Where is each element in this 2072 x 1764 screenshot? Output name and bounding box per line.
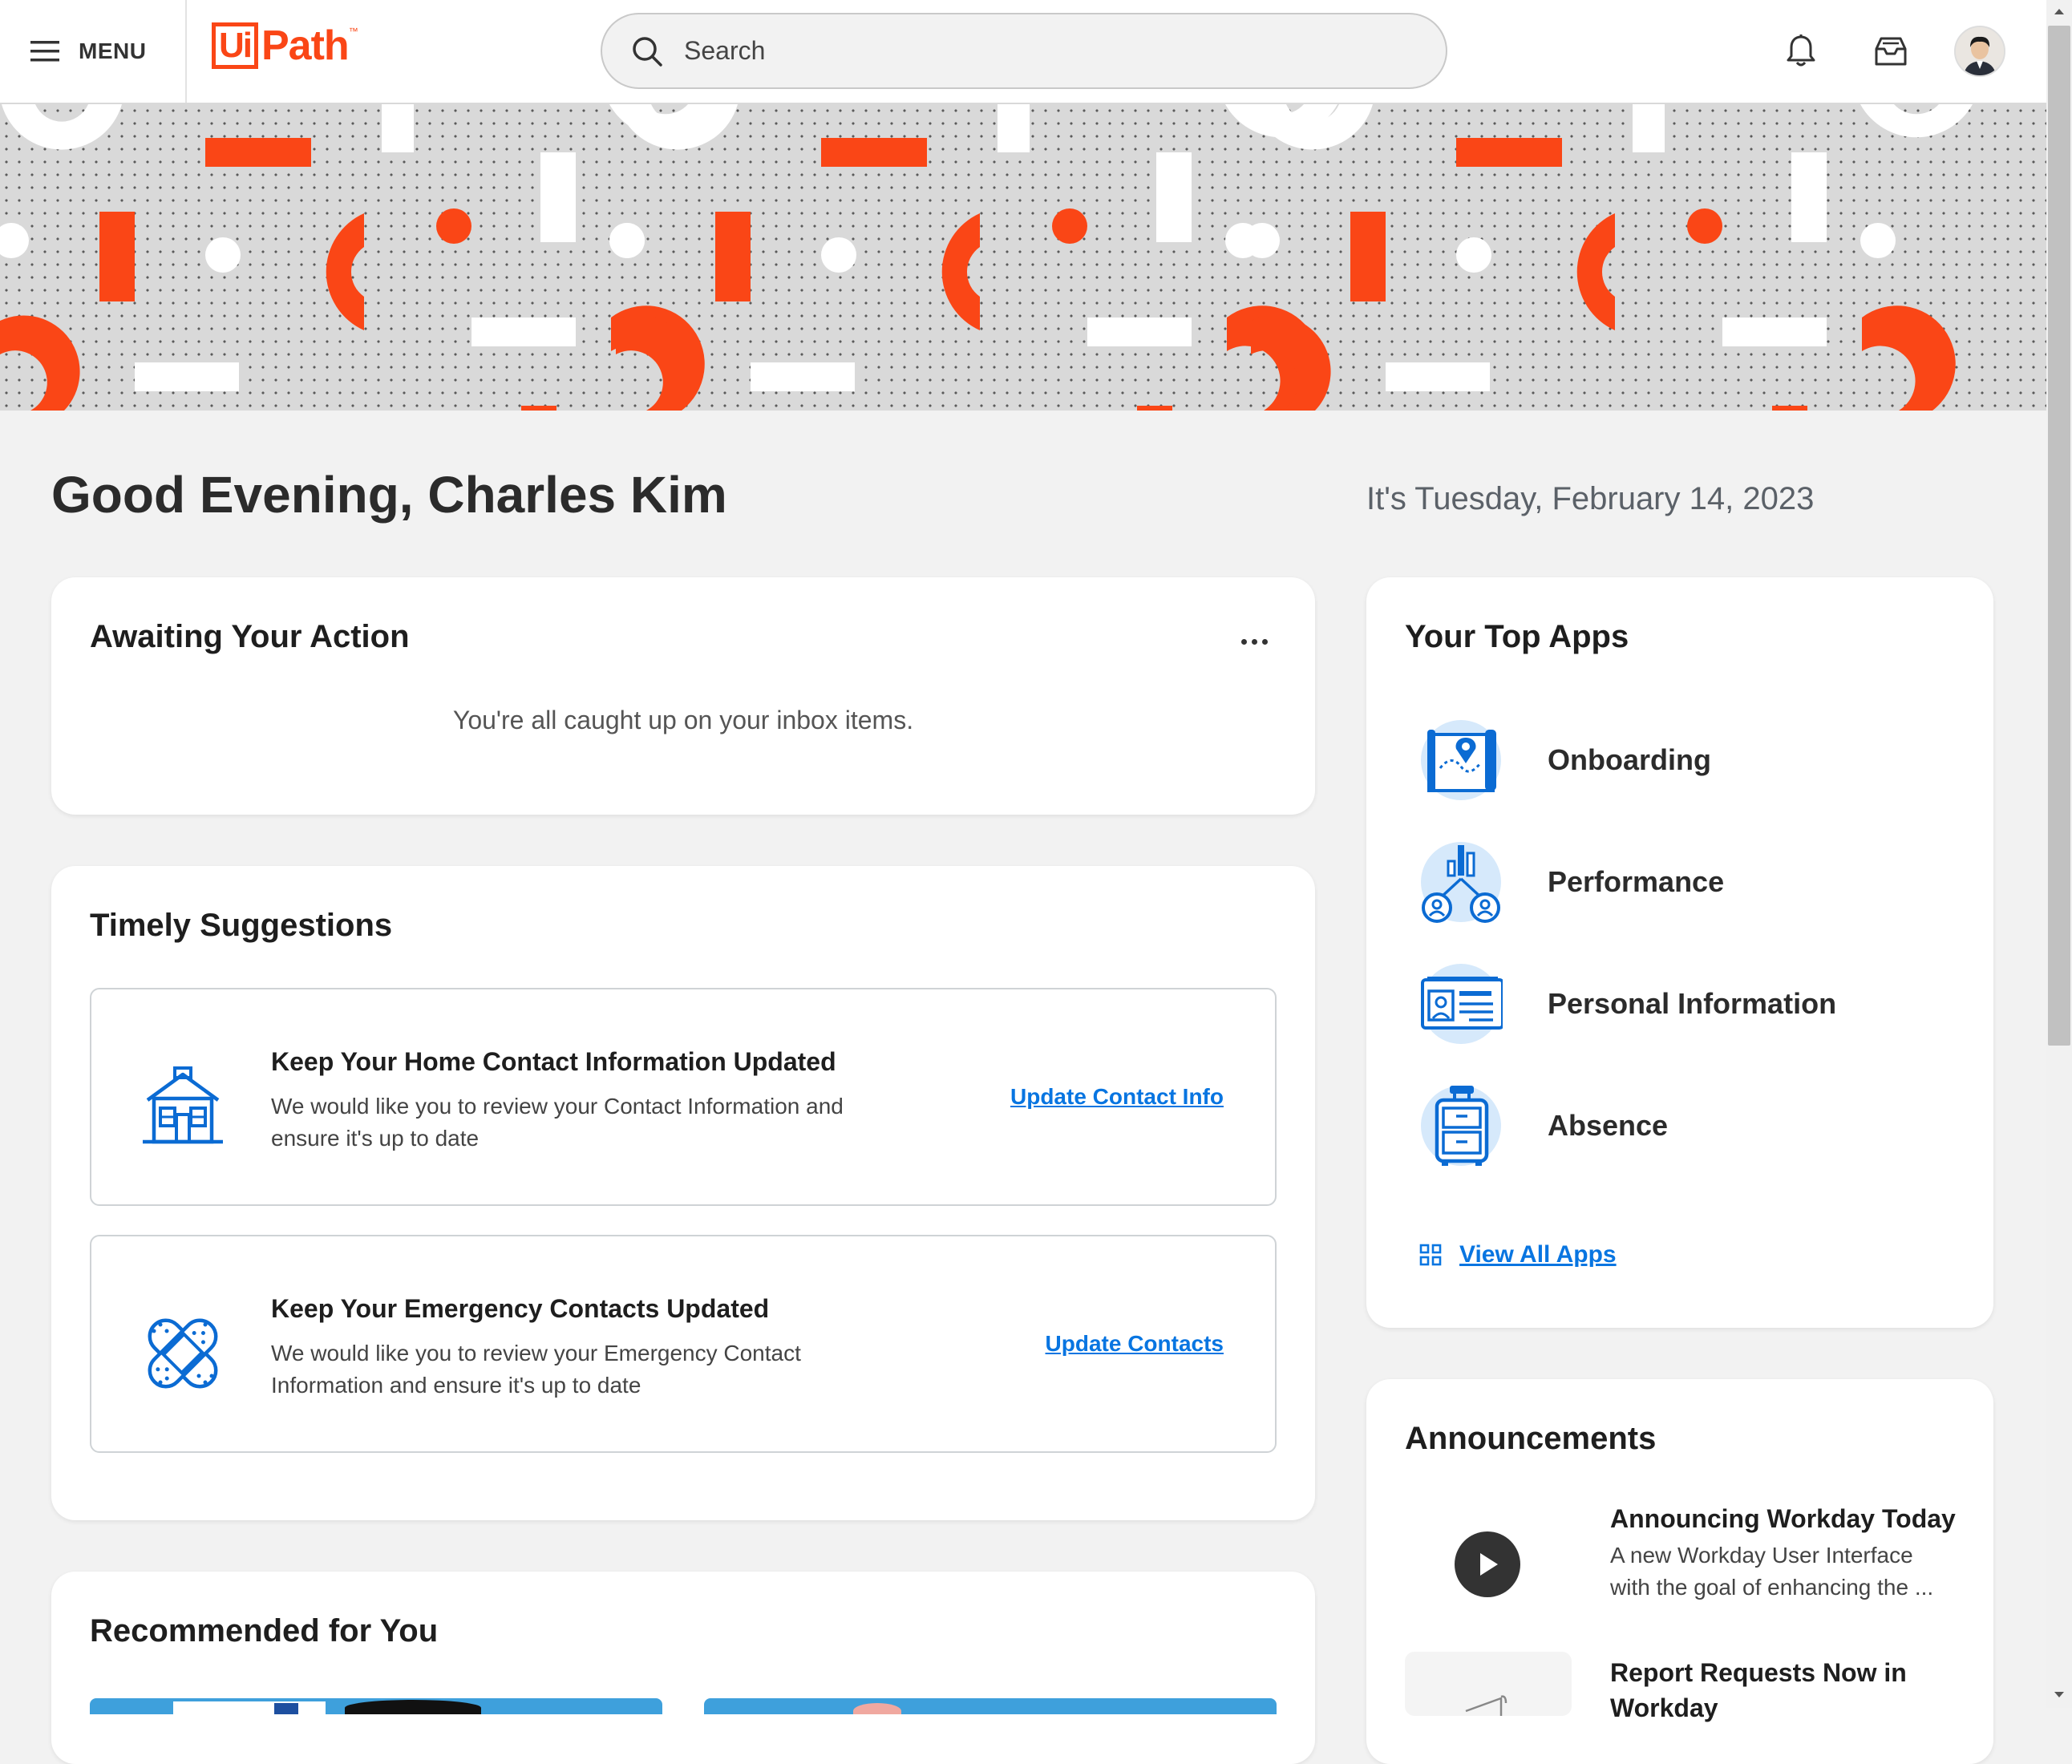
more-dot-icon	[1251, 638, 1257, 645]
recommended-title: Recommended for You	[90, 1613, 439, 1649]
inbox-button[interactable]	[1868, 29, 1913, 74]
top-apps-title: Your Top Apps	[1405, 619, 1629, 654]
uipath-logo[interactable]: Ui Path ™	[212, 22, 358, 69]
app-onboarding[interactable]: Onboarding	[1419, 715, 1900, 805]
recommended-card	[51, 1572, 1315, 1764]
announcement-title[interactable]: Announcing Workday Today	[1610, 1504, 1956, 1534]
update-contact-info-link[interactable]: Update Contact Info	[1010, 1084, 1224, 1110]
app-personal-information[interactable]: Personal Information	[1419, 959, 1900, 1049]
scrollbar-thumb[interactable]	[2048, 26, 2070, 1046]
announcement-video-play-button[interactable]	[1455, 1531, 1520, 1597]
recommended-item-thumbnail[interactable]	[704, 1698, 1277, 1714]
app-performance[interactable]: Performance	[1419, 837, 1900, 927]
top-apps-card	[1366, 577, 1993, 1328]
view-all-apps-link[interactable]: View All Apps	[1419, 1241, 1617, 1268]
awaiting-action-title: Awaiting Your Action	[90, 619, 410, 654]
menu-button[interactable]: MENU	[30, 32, 146, 71]
profile-photo	[1956, 27, 2004, 75]
inbox-empty-message: You're all caught up on your inbox items…	[452, 706, 914, 734]
greeting-heading: Good Evening, Charles Kim	[51, 466, 727, 524]
more-dot-icon	[1240, 638, 1247, 645]
megaphone-icon	[1465, 1695, 1507, 1716]
awaiting-action-card	[51, 577, 1315, 815]
inbox-icon	[1875, 37, 1907, 66]
app-absence[interactable]: Absence	[1419, 1081, 1900, 1171]
suggestion-description: We would like you to review your Emergen…	[271, 1341, 801, 1398]
id-card-icon	[1421, 964, 1503, 1044]
recommended-item-thumbnail[interactable]	[90, 1698, 662, 1714]
more-dot-icon	[1261, 638, 1268, 645]
announcement-description: A new Workday User Interface with the go…	[1610, 1543, 1934, 1600]
timely-suggestions-title: Timely Suggestions	[90, 908, 393, 943]
announcement-title[interactable]: Report Requests Now in Workday	[1610, 1655, 1955, 1726]
user-avatar[interactable]	[1954, 26, 2005, 77]
announcement-thumbnail[interactable]	[1405, 1652, 1572, 1716]
top-navigation-bar: MENU Ui Path ™	[0, 0, 2046, 104]
suggestion-card-emergency-contacts: Keep Your Emergency Contacts Updated We …	[90, 1235, 1277, 1453]
suitcase-icon	[1421, 1086, 1501, 1166]
app-label: Absence	[1548, 1109, 1669, 1142]
more-options-button[interactable]	[1235, 632, 1273, 651]
scroll-down-arrow-icon[interactable]	[2053, 1690, 2066, 1700]
hamburger-icon	[30, 41, 59, 62]
announcements-title: Announcements	[1405, 1421, 1657, 1456]
search-bar[interactable]	[601, 13, 1447, 89]
update-contacts-link[interactable]: Update Contacts	[1046, 1331, 1224, 1357]
app-label: Performance	[1548, 865, 1725, 898]
bell-icon	[1787, 34, 1815, 67]
play-icon	[1480, 1553, 1498, 1576]
grid-icon	[1419, 1244, 1442, 1266]
header-divider	[185, 0, 187, 103]
bandage-icon	[148, 1318, 218, 1389]
scroll-up-arrow-icon[interactable]	[2053, 6, 2066, 16]
search-input[interactable]	[682, 35, 1407, 67]
view-all-apps-label: View All Apps	[1459, 1241, 1617, 1268]
suggestion-description: We would like you to review your Contact…	[271, 1094, 844, 1151]
app-label: Personal Information	[1548, 987, 1837, 1020]
app-label: Onboarding	[1548, 743, 1711, 776]
suggestion-title: Keep Your Emergency Contacts Updated	[271, 1294, 770, 1323]
logo-ui-box: Ui	[212, 22, 258, 69]
menu-label: MENU	[79, 38, 147, 63]
house-icon	[143, 1066, 223, 1144]
header-banner	[0, 104, 2046, 411]
map-pin-icon	[1421, 720, 1501, 800]
current-date: It's Tuesday, February 14, 2023	[1366, 481, 1815, 516]
logo-path-text: Path	[261, 22, 350, 69]
suggestion-card-home-contact: Keep Your Home Contact Information Updat…	[90, 988, 1277, 1206]
search-icon	[633, 36, 662, 67]
banner-pattern	[0, 104, 1973, 411]
notifications-button[interactable]	[1779, 29, 1823, 74]
people-chart-icon	[1421, 842, 1501, 923]
logo-trademark: ™	[348, 26, 358, 37]
suggestion-title: Keep Your Home Contact Information Updat…	[271, 1047, 836, 1076]
